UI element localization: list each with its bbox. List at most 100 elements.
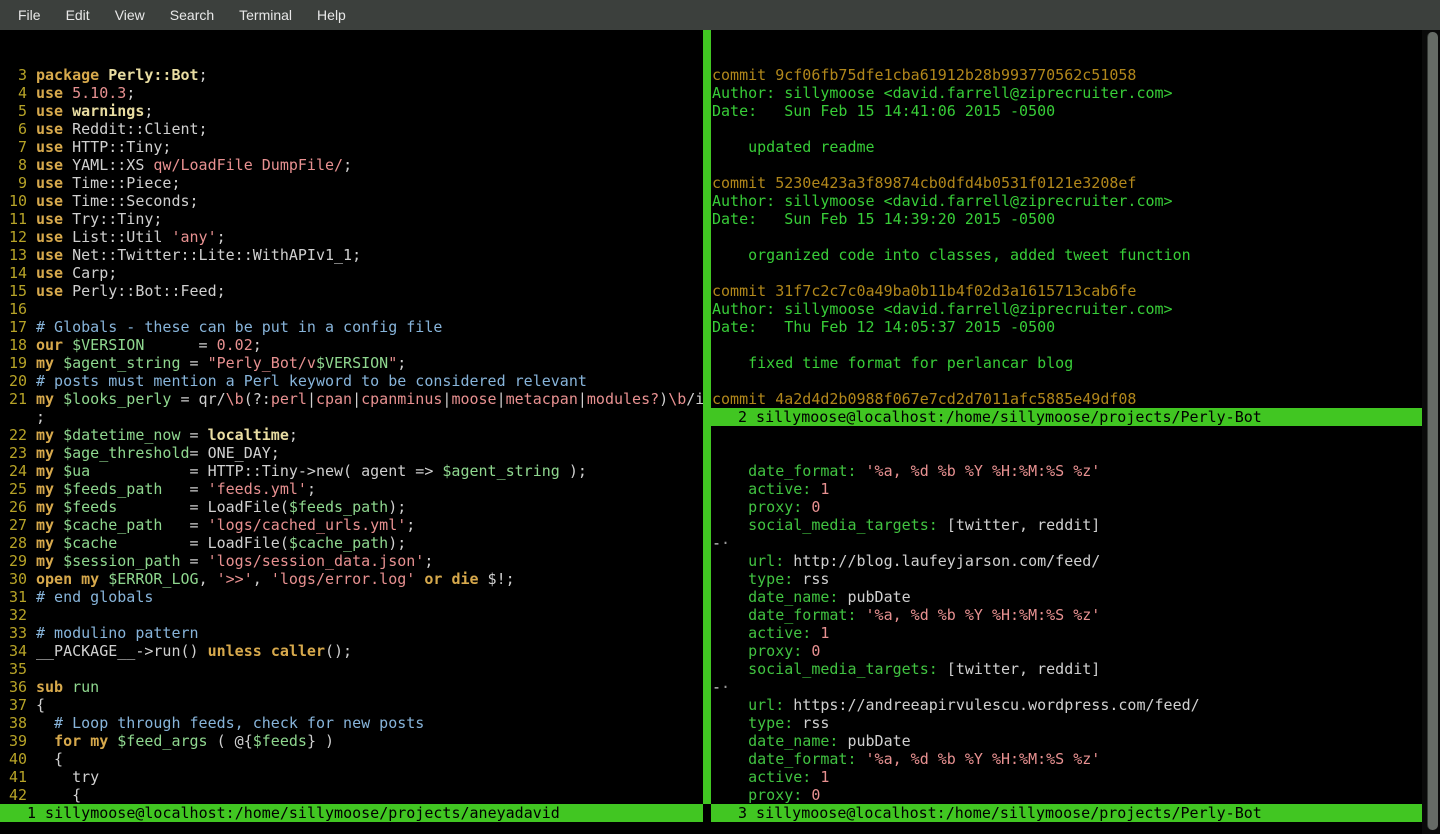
line-number: 21 <box>0 390 27 408</box>
screen-caption-window-3: 3 sillymoose@localhost:/home/sillymoose/… <box>711 804 1422 822</box>
code-line: 9use Time::Piece; <box>0 174 703 192</box>
line-number: 3 <box>0 66 27 84</box>
line-number: 18 <box>0 336 27 354</box>
line-number: 25 <box>0 480 27 498</box>
line-number: 8 <box>0 156 27 174</box>
git-log-line: Author: sillymoose <david.farrell@ziprec… <box>712 192 1423 210</box>
git-log-line <box>712 264 1423 282</box>
code-line: 37{ <box>0 696 703 714</box>
line-number: 7 <box>0 138 27 156</box>
yaml-line: active: 1 <box>712 480 1423 498</box>
menu-search[interactable]: Search <box>165 5 219 25</box>
yaml-line: date_format: '%a, %d %b %Y %H:%M:%S %z' <box>712 750 1423 768</box>
git-log-line: organized code into classes, added tweet… <box>712 246 1423 264</box>
code-line: 22my $datetime_now = localtime; <box>0 426 703 444</box>
yaml-line: active: 1 <box>712 624 1423 642</box>
line-number: 28 <box>0 534 27 552</box>
code-line: 12use List::Util 'any'; <box>0 228 703 246</box>
git-log-line: Date: Sun Feb 15 14:39:20 2015 -0500 <box>712 210 1423 228</box>
git-log-line <box>712 228 1423 246</box>
code-line: 13use Net::Twitter::Lite::WithAPIv1_1; <box>0 246 703 264</box>
yaml-line: url: https://andreeapirvulescu.wordpress… <box>712 696 1423 714</box>
code-line: 23my $age_threshold= ONE_DAY; <box>0 444 703 462</box>
line-number: 15 <box>0 282 27 300</box>
yaml-line: proxy: 0 <box>712 498 1423 516</box>
code-line: 41 try <box>0 768 703 786</box>
git-log-line <box>712 120 1423 138</box>
line-number: 34 <box>0 642 27 660</box>
yaml-line: social_media_targets: [twitter, reddit] <box>712 516 1423 534</box>
line-number: 33 <box>0 624 27 642</box>
line-number: 11 <box>0 210 27 228</box>
line-number: 4 <box>0 84 27 102</box>
line-number: 14 <box>0 264 27 282</box>
line-number: 22 <box>0 426 27 444</box>
yaml-line: date_name: pubDate <box>712 588 1423 606</box>
git-log-pane[interactable]: commit 9cf06fb75dfe1cba61912b28b99377056… <box>711 30 1423 408</box>
code-line: 19my $agent_string = "Perly_Bot/v$VERSIO… <box>0 354 703 372</box>
vim-perl-editor-pane[interactable]: 3package Perly::Bot;4use 5.10.3;5use war… <box>0 30 703 804</box>
code-line: 8use YAML::XS qw/LoadFile DumpFile/; <box>0 156 703 174</box>
line-number: 26 <box>0 498 27 516</box>
git-log-line: commit 31f7c2c7c0a49ba0b11b4f02d3a161571… <box>712 282 1423 300</box>
menu-help[interactable]: Help <box>312 5 351 25</box>
git-log-line: commit 9cf06fb75dfe1cba61912b28b99377056… <box>712 66 1423 84</box>
code-line: 4use 5.10.3; <box>0 84 703 102</box>
code-line: 21my $looks_perly = qr/\b(?:perl|cpan|cp… <box>0 390 703 408</box>
scrollbar[interactable] <box>1422 30 1440 834</box>
code-line: ; <box>0 408 703 426</box>
code-line: 25my $feeds_path = 'feeds.yml'; <box>0 480 703 498</box>
vim-ruler-right: 97,5 42% <box>711 786 1422 804</box>
code-line: 16 <box>0 300 703 318</box>
code-line: 24my $ua = HTTP::Tiny->new( agent => $ag… <box>0 462 703 480</box>
screen-caption-window-2: 2 sillymoose@localhost:/home/sillymoose/… <box>711 408 1422 426</box>
line-number: 23 <box>0 444 27 462</box>
git-log-line: Date: Sun Feb 15 14:41:06 2015 -0500 <box>712 102 1423 120</box>
scrollbar-thumb[interactable] <box>1427 32 1438 830</box>
git-log-line <box>712 156 1423 174</box>
menu-view[interactable]: View <box>110 5 150 25</box>
yaml-line: -· <box>712 678 1423 696</box>
code-line: 28my $cache = LoadFile($cache_path); <box>0 534 703 552</box>
line-number: 31 <box>0 588 27 606</box>
git-log-line: Author: sillymoose <david.farrell@ziprec… <box>712 300 1423 318</box>
screen-caption-window-1: 1 sillymoose@localhost:/home/sillymoose/… <box>0 804 703 822</box>
line-number: 10 <box>0 192 27 210</box>
line-number: 29 <box>0 552 27 570</box>
git-log-buffer: commit 9cf06fb75dfe1cba61912b28b99377056… <box>712 66 1423 408</box>
code-line: 34__PACKAGE__->run() unless caller(); <box>0 642 703 660</box>
git-log-line: Author: sillymoose <david.farrell@ziprec… <box>712 84 1423 102</box>
menu-edit[interactable]: Edit <box>61 5 95 25</box>
pane-divider[interactable] <box>703 30 711 804</box>
code-line: 17# Globals - these can be put in a conf… <box>0 318 703 336</box>
line-number: 27 <box>0 516 27 534</box>
code-line: 35 <box>0 660 703 678</box>
code-line: 5use warnings; <box>0 102 703 120</box>
line-number: 24 <box>0 462 27 480</box>
line-number: 17 <box>0 318 27 336</box>
line-number: 40 <box>0 750 27 768</box>
menu-file[interactable]: File <box>13 5 46 25</box>
code-line: 33# modulino pattern <box>0 624 703 642</box>
yaml-line: date_format: '%a, %d %b %Y %H:%M:%S %z' <box>712 606 1423 624</box>
line-number: 38 <box>0 714 27 732</box>
line-number: 41 <box>0 768 27 786</box>
menu-bar: File Edit View Search Terminal Help <box>0 0 1440 30</box>
code-line: 40 { <box>0 750 703 768</box>
code-line: 20# posts must mention a Perl keyword to… <box>0 372 703 390</box>
line-number: 35 <box>0 660 27 678</box>
yaml-line: date_format: '%a, %d %b %Y %H:%M:%S %z' <box>712 462 1423 480</box>
yaml-line: proxy: 0 <box>712 642 1423 660</box>
vim-yaml-editor-pane[interactable]: date_format: '%a, %d %b %Y %H:%M:%S %z' … <box>711 426 1423 804</box>
code-line: 38 # Loop through feeds, check for new p… <box>0 714 703 732</box>
line-number: 32 <box>0 606 27 624</box>
git-log-line: commit 5230e423a3f89874cb0dfd4b0531f0121… <box>712 174 1423 192</box>
git-log-line: commit 4a2d4d2b0988f067e7cd2d7011afc5885… <box>712 390 1423 408</box>
yaml-line: type: rss <box>712 714 1423 732</box>
code-line: 27my $cache_path = 'logs/cached_urls.yml… <box>0 516 703 534</box>
yaml-line: social_media_targets: [twitter, reddit] <box>712 660 1423 678</box>
menu-terminal[interactable]: Terminal <box>234 5 297 25</box>
code-line: 32 <box>0 606 703 624</box>
git-log-line: Date: Thu Feb 12 14:05:37 2015 -0500 <box>712 318 1423 336</box>
vim-perl-buffer: 3package Perly::Bot;4use 5.10.3;5use war… <box>0 66 703 804</box>
